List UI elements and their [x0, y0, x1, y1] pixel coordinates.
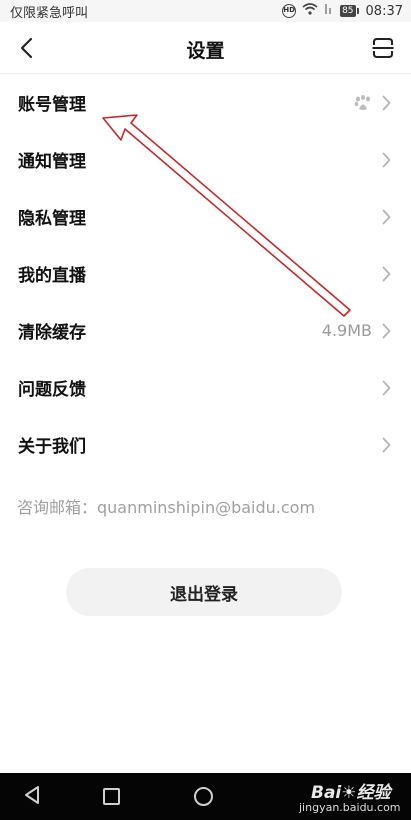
- chevron-right-icon: [382, 323, 391, 338]
- menu-item-label: 通知管理: [18, 152, 86, 172]
- cache-size-value: 4.9MB: [321, 321, 372, 340]
- hd-call-icon: HD: [282, 4, 297, 18]
- menu-item-label: 清除缓存: [18, 323, 86, 343]
- page-title: 设置: [186, 40, 225, 62]
- status-icons: HD 85 08:37: [282, 2, 403, 20]
- nav-recents-button[interactable]: [103, 788, 120, 805]
- menu-item-label: 问题反馈: [18, 380, 86, 400]
- watermark-logo: Bai☀经验: [311, 783, 391, 803]
- navigation-bar: Bai☀经验 jingyan.baidu.com: [0, 773, 411, 820]
- nav-back-button[interactable]: [20, 783, 44, 807]
- signal-off-icon: [324, 3, 334, 19]
- watermark-domain: jingyan.baidu.com: [299, 801, 401, 814]
- contact-email: 咨询邮箱：quanminshipin@baidu.com: [17, 498, 316, 517]
- carrier-status: 仅限紧急呼叫: [10, 6, 89, 21]
- settings-menu: 账号管理 通知管理 隐私管理 我的直播 清除缓存 4.9MB 问题反馈 关于我们: [0, 74, 411, 473]
- triangle-back-icon: [25, 786, 39, 804]
- paw-icon: ☀: [341, 783, 357, 803]
- scan-button[interactable]: [367, 32, 399, 64]
- battery-icon: 85: [340, 5, 360, 17]
- menu-item-about[interactable]: 关于我们: [0, 416, 411, 473]
- chevron-right-icon: [382, 380, 391, 395]
- chevron-right-icon: [382, 266, 391, 281]
- nav-home-button[interactable]: [194, 787, 213, 806]
- header: 设置: [0, 22, 411, 74]
- menu-item-account[interactable]: 账号管理: [0, 74, 411, 131]
- menu-item-notifications[interactable]: 通知管理: [0, 131, 411, 188]
- menu-item-label: 账号管理: [18, 95, 86, 115]
- logout-button[interactable]: 退出登录: [66, 568, 342, 616]
- menu-item-feedback[interactable]: 问题反馈: [0, 359, 411, 416]
- baidu-jingyan-watermark: Bai☀经验 jingyan.baidu.com: [293, 775, 401, 817]
- chevron-right-icon: [382, 95, 391, 110]
- chevron-right-icon: [382, 209, 391, 224]
- baidu-paw-icon: [354, 94, 370, 110]
- clock: 08:37: [365, 3, 403, 19]
- menu-item-label: 隐私管理: [18, 209, 86, 229]
- status-bar: 仅限紧急呼叫 HD 85 08:37: [0, 0, 411, 22]
- menu-item-my-live[interactable]: 我的直播: [0, 245, 411, 302]
- menu-item-privacy[interactable]: 隐私管理: [0, 188, 411, 245]
- scan-icon: [372, 38, 394, 58]
- chevron-right-icon: [382, 152, 391, 167]
- menu-item-clear-cache[interactable]: 清除缓存 4.9MB: [0, 302, 411, 359]
- wifi-icon: [302, 3, 318, 19]
- menu-item-label: 关于我们: [18, 437, 86, 457]
- menu-item-label: 我的直播: [18, 266, 86, 286]
- chevron-right-icon: [382, 437, 391, 452]
